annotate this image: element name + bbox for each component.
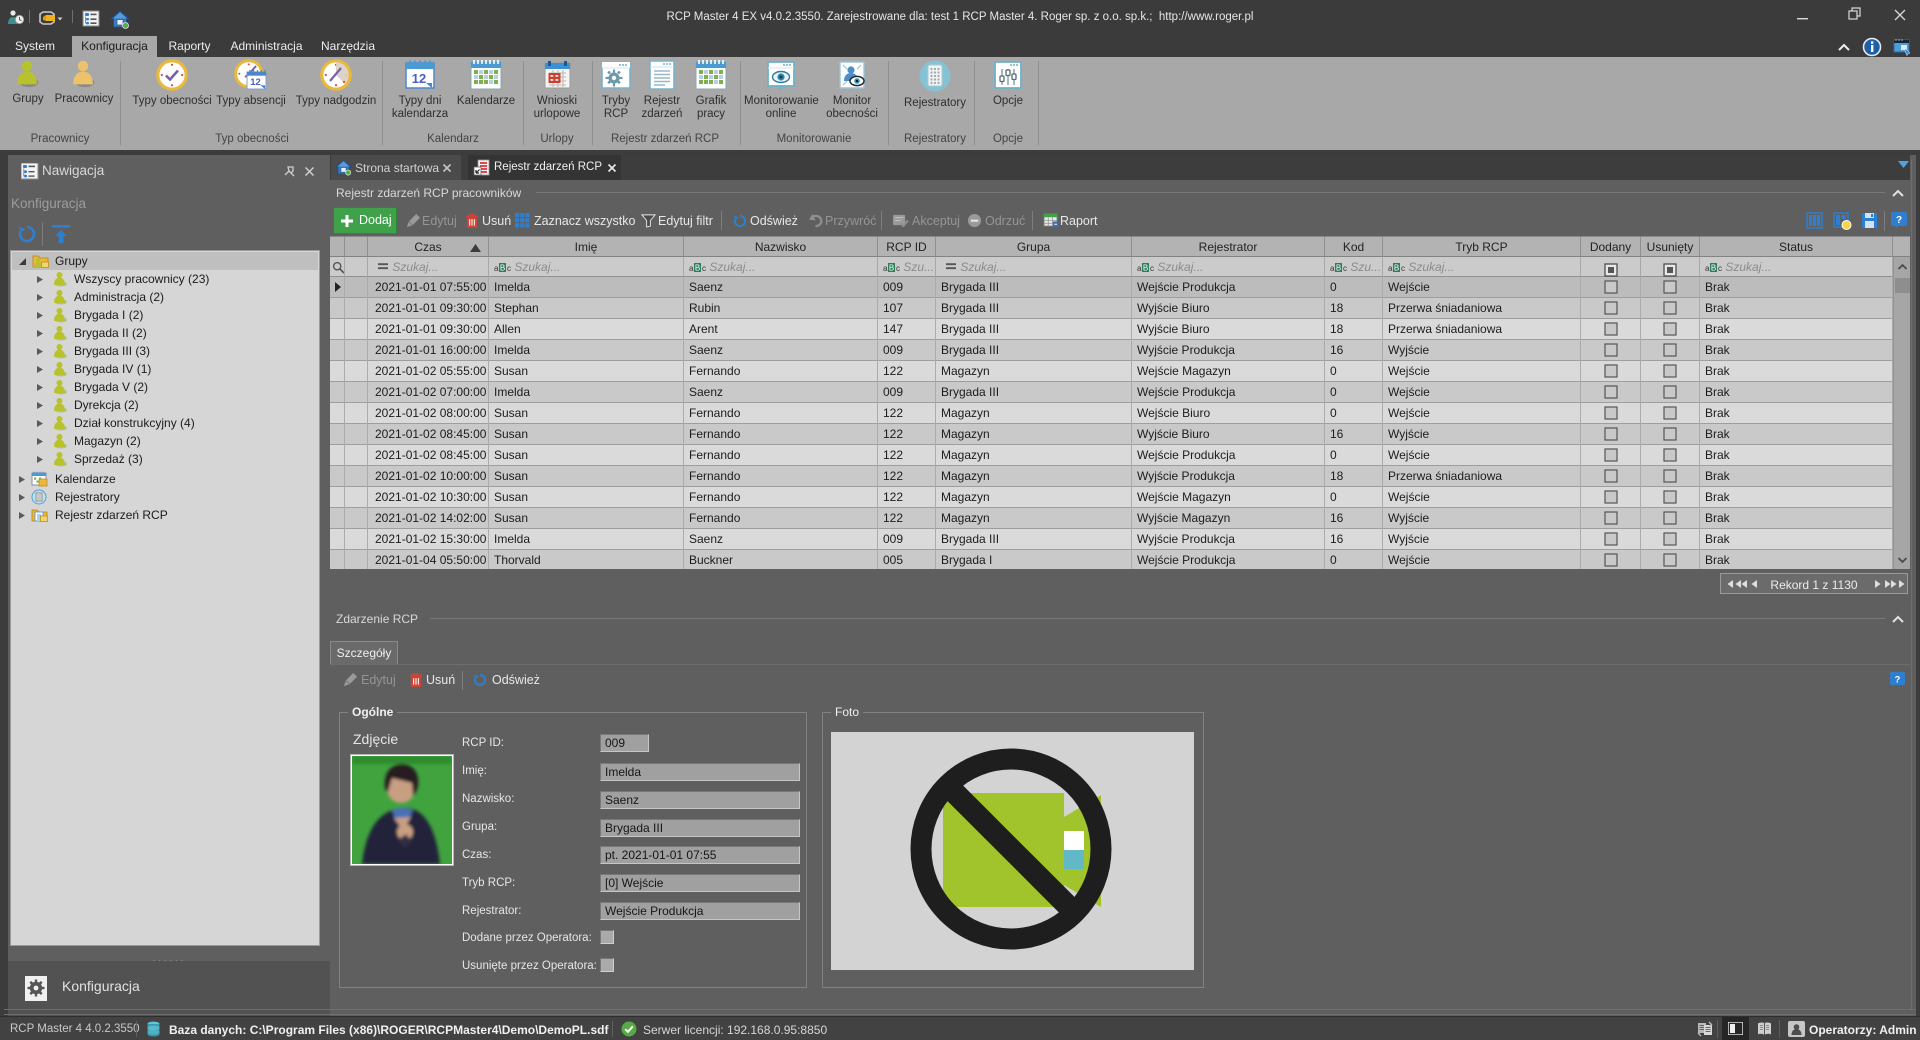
svg-text:a: a xyxy=(494,264,499,273)
svg-text:B: B xyxy=(889,264,894,273)
svg-text:a: a xyxy=(1705,264,1710,273)
svg-text:B: B xyxy=(1143,264,1148,273)
svg-text:12: 12 xyxy=(412,71,426,86)
svg-text:c: c xyxy=(702,264,706,273)
svg-text:?: ? xyxy=(1895,674,1901,684)
svg-text:B: B xyxy=(1711,264,1716,273)
svg-text:B: B xyxy=(1336,264,1341,273)
svg-text:a: a xyxy=(689,264,694,273)
svg-text:c: c xyxy=(896,264,900,273)
svg-text:a: a xyxy=(1330,264,1335,273)
svg-text:?: ? xyxy=(1896,215,1902,226)
svg-text:B: B xyxy=(1394,264,1399,273)
svg-text:c: c xyxy=(1401,264,1405,273)
svg-text:B: B xyxy=(500,264,505,273)
svg-text:c: c xyxy=(1718,264,1722,273)
svg-text:c: c xyxy=(507,264,511,273)
svg-text:c: c xyxy=(1150,264,1154,273)
svg-text:a: a xyxy=(883,264,888,273)
svg-text:B: B xyxy=(695,264,700,273)
svg-text:a: a xyxy=(1137,264,1142,273)
svg-text:c: c xyxy=(1343,264,1347,273)
svg-text:a: a xyxy=(1388,264,1393,273)
